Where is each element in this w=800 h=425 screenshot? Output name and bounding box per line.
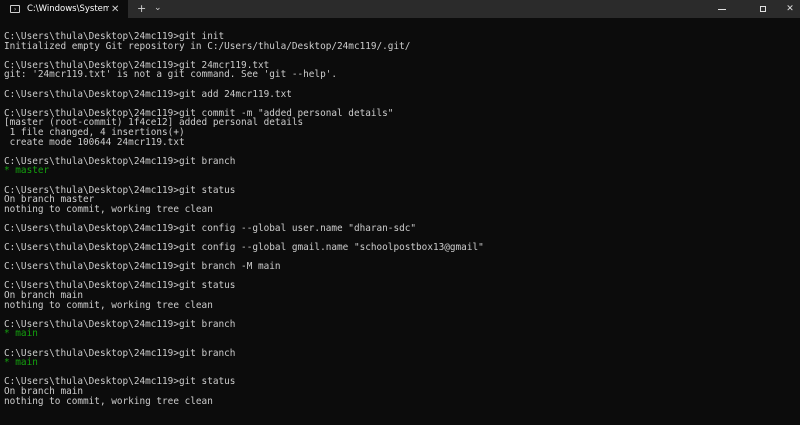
close-window-button[interactable]: ✕: [775, 0, 800, 18]
console-line: C:\Users\thula\Desktop\24mc119>git branc…: [4, 347, 236, 359]
tab-title: C:\Windows\System32\cmd.e: [27, 4, 109, 14]
scrollbar[interactable]: [790, 18, 800, 425]
tab-close-icon[interactable]: ✕: [111, 4, 119, 15]
console-line: C:\Users\thula\Desktop\24mc119>git statu…: [4, 376, 236, 388]
console-line: C:\Users\thula\Desktop\24mc119>git add 2…: [4, 88, 292, 100]
title-bar: › C:\Windows\System32\cmd.e ✕ + ⌄ ✕: [0, 0, 800, 18]
console-line: nothing to commit, working tree clean: [4, 395, 213, 407]
console-line: Initialized empty Git repository in C:/U…: [4, 40, 411, 52]
minimize-button[interactable]: [707, 0, 737, 18]
console-line: C:\Users\thula\Desktop\24mc119>git branc…: [4, 261, 281, 273]
new-tab-button[interactable]: +: [137, 2, 146, 15]
console-line: * master: [4, 165, 50, 177]
maximize-button[interactable]: [748, 0, 778, 18]
console-line: * main: [4, 357, 38, 369]
console-line: C:\Users\thula\Desktop\24mc119>git statu…: [4, 184, 236, 196]
console-line: C:\Users\thula\Desktop\24mc119>git statu…: [4, 280, 236, 292]
console-line: git: '24mcr119.txt' is not a git command…: [4, 69, 338, 81]
console-line: C:\Users\thula\Desktop\24mc119>git confi…: [4, 242, 484, 254]
maximize-icon: [760, 6, 766, 12]
console-line: create mode 100644 24mcr119.txt: [4, 136, 185, 148]
console-line: C:\Users\thula\Desktop\24mc119>git branc…: [4, 318, 236, 330]
console-line: C:\Users\thula\Desktop\24mc119>git branc…: [4, 155, 236, 167]
console-line: nothing to commit, working tree clean: [4, 203, 213, 215]
console-output[interactable]: C:\Users\thula\Desktop\24mc119>git init I…: [4, 32, 786, 406]
console-line: C:\Users\thula\Desktop\24mc119>git confi…: [4, 222, 417, 234]
tab-dropdown-icon[interactable]: ⌄: [154, 3, 162, 13]
terminal-icon: ›: [10, 5, 20, 13]
tab-cmd[interactable]: › C:\Windows\System32\cmd.e ✕: [0, 0, 128, 18]
console-line: nothing to commit, working tree clean: [4, 299, 213, 311]
minimize-icon: [718, 8, 726, 10]
console-line: * main: [4, 328, 38, 340]
